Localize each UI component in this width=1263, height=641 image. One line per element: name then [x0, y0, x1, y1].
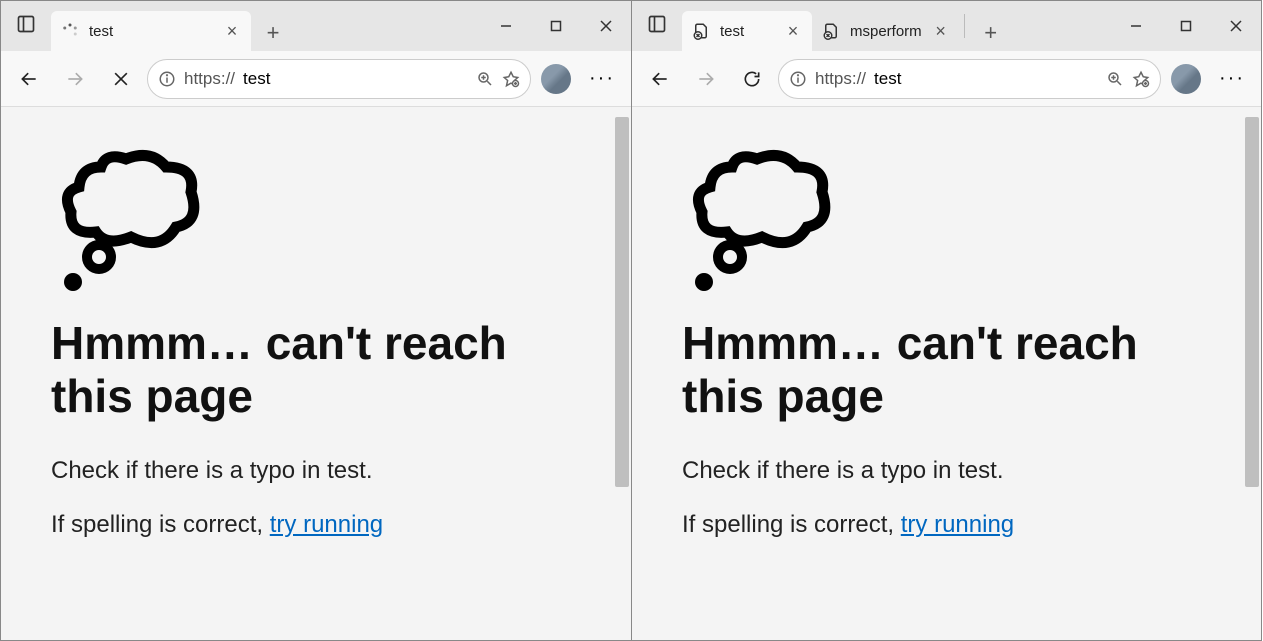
- tab-actions-icon[interactable]: [16, 14, 36, 39]
- error-heading: Hmmm… can't reach this page: [682, 317, 1211, 423]
- new-tab-button[interactable]: +: [973, 15, 1009, 51]
- maximize-button[interactable]: [531, 8, 581, 44]
- forward-button[interactable]: [686, 59, 726, 99]
- error-page-icon: [692, 22, 710, 40]
- maximize-button[interactable]: [1161, 8, 1211, 44]
- tab-actions-icon[interactable]: [647, 14, 667, 39]
- toolbar: https:// ···: [1, 51, 631, 107]
- zoom-icon[interactable]: [476, 70, 494, 88]
- thought-bubble-icon: [682, 137, 842, 297]
- thought-bubble-icon: [51, 137, 211, 297]
- url-input[interactable]: [874, 69, 1098, 89]
- loading-icon: [61, 22, 79, 40]
- url-scheme: https://: [815, 69, 866, 89]
- titlebar: test × msperform × +: [632, 1, 1261, 51]
- error-message-2: If spelling is correct, try running: [51, 511, 581, 539]
- url-scheme: https://: [184, 69, 235, 89]
- page-content: Hmmm… can't reach this page Check if the…: [1, 107, 631, 640]
- back-button[interactable]: [640, 59, 680, 99]
- error-message-1: Check if there is a typo in test.: [51, 457, 581, 485]
- tab-title: msperform: [850, 23, 922, 40]
- scrollbar[interactable]: [1245, 117, 1259, 487]
- tab-close-icon[interactable]: ×: [784, 21, 802, 42]
- address-bar[interactable]: https://: [778, 59, 1161, 99]
- tab-title: test: [89, 23, 213, 40]
- toolbar: https:// ···: [632, 51, 1261, 107]
- tab-test[interactable]: test ×: [51, 11, 251, 51]
- profile-avatar[interactable]: [541, 64, 571, 94]
- zoom-icon[interactable]: [1106, 70, 1124, 88]
- back-button[interactable]: [9, 59, 49, 99]
- stop-button[interactable]: [101, 59, 141, 99]
- url-input[interactable]: [243, 69, 468, 89]
- more-menu-button[interactable]: ···: [581, 67, 623, 90]
- tab-title: test: [720, 23, 774, 40]
- error-message-1: Check if there is a typo in test.: [682, 457, 1211, 485]
- tab-strip: test × +: [51, 1, 481, 51]
- profile-avatar[interactable]: [1171, 64, 1201, 94]
- scrollbar[interactable]: [615, 117, 629, 487]
- window-controls: [481, 8, 631, 44]
- minimize-button[interactable]: [481, 8, 531, 44]
- site-info-icon[interactable]: [789, 70, 807, 88]
- site-info-icon[interactable]: [158, 70, 176, 88]
- new-tab-button[interactable]: +: [255, 15, 291, 51]
- favorites-icon[interactable]: [502, 70, 520, 88]
- tab-strip: test × msperform × +: [682, 1, 1111, 51]
- address-bar[interactable]: https://: [147, 59, 531, 99]
- browser-window-right: test × msperform × + https://: [631, 0, 1262, 641]
- tab-msperform[interactable]: msperform ×: [812, 11, 960, 51]
- tab-close-icon[interactable]: ×: [223, 21, 241, 42]
- try-running-link[interactable]: try running: [270, 511, 383, 538]
- error-heading: Hmmm… can't reach this page: [51, 317, 581, 423]
- tab-test[interactable]: test ×: [682, 11, 812, 51]
- try-running-link[interactable]: try running: [901, 511, 1014, 538]
- tab-close-icon[interactable]: ×: [932, 21, 950, 42]
- forward-button[interactable]: [55, 59, 95, 99]
- window-controls: [1111, 8, 1261, 44]
- more-menu-button[interactable]: ···: [1211, 67, 1253, 90]
- page-content: Hmmm… can't reach this page Check if the…: [632, 107, 1261, 640]
- favorites-icon[interactable]: [1132, 70, 1150, 88]
- close-window-button[interactable]: [1211, 8, 1261, 44]
- close-window-button[interactable]: [581, 8, 631, 44]
- refresh-button[interactable]: [732, 59, 772, 99]
- error-page-icon: [822, 22, 840, 40]
- minimize-button[interactable]: [1111, 8, 1161, 44]
- titlebar: test × +: [1, 1, 631, 51]
- error-message-2: If spelling is correct, try running: [682, 511, 1211, 539]
- browser-window-left: test × + https:// ··· Hmmm… c: [0, 0, 631, 641]
